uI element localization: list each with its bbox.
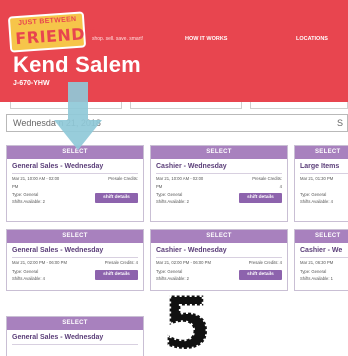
shift-time: Mar 21, 02:00 PM - 06:00 PM [156,260,211,265]
shift-type: Type: General [156,269,183,274]
shift-details-button[interactable]: shift details [95,193,138,203]
shifts-available: Shifts Available: 2 [156,276,189,281]
shifts-available: Shifts Available: 4 [300,199,333,204]
shifts-available: Shifts Available: 2 [12,199,45,204]
presale-credits: Presale Credits: [108,176,138,181]
shifts-available: Shifts Available: 2 [156,199,189,204]
tab-stub [250,102,348,109]
shift-type: Type: General [300,192,327,197]
shift-time: Mar 21, 10:00 AM - 02:00 [156,176,204,181]
shift-type: Type: General [12,192,39,197]
shift-card: SELECT Large Items Mar 21, 01:30 PM Type… [294,145,348,222]
shift-time-end: PM [12,184,19,189]
shifts-available: Shifts Available: 1 [300,276,333,281]
shift-time: Mar 21, 10:00 AM - 02:00 [12,176,60,181]
svg-text:5: 5 [162,286,212,356]
tagline: shop. sell. save. smart! [92,36,144,42]
shift-time: Mar 21, 01:30 PM [300,176,334,181]
tab-stub [130,102,242,109]
shift-time: Mar 21, 06:30 PM [300,260,334,265]
nav-how-it-works[interactable]: HOW IT WORKS [185,36,227,42]
divider [300,257,348,258]
site-logo[interactable]: JUST BETWEEN FRIENDS [7,11,98,53]
shift-card: SELECT Cashier - Wednesday Mar 21, 10:00… [150,145,288,222]
shift-title: General Sales - Wednesday [12,334,104,341]
logo-main-text: FRIENDS [14,23,98,49]
shift-card: SELECT Cashier - Wednesday Mar 21, 02:00… [150,229,288,291]
shift-title: General Sales - Wednesday [12,163,104,170]
event-code: J-670-YHW [13,80,50,87]
shift-title: General Sales - Wednesday [12,247,104,254]
date-next-stub: S [336,118,343,128]
shift-card: SELECT General Sales - Wednesday [6,316,144,356]
shift-details-button[interactable]: shift details [239,193,282,203]
select-button[interactable]: SELECT [7,230,143,243]
divider [156,257,282,258]
presale-credits: Presale Credits: [252,176,282,181]
arrow-down-icon [54,82,102,150]
select-button[interactable]: SELECT [151,230,287,243]
shift-title: Cashier - Wednesday [156,247,227,254]
shift-time-end: PM [156,184,163,189]
presale-credits: Presale Credits: 4 [104,260,138,265]
site-header: JUST BETWEEN FRIENDS shop. sell. save. s… [0,0,348,102]
select-button[interactable]: SELECT [295,230,348,243]
divider [300,173,348,174]
shift-card: SELECT General Sales - Wednesday Mar 21,… [6,229,144,291]
nav-locations[interactable]: LOCATIONS [296,36,328,42]
shift-card: SELECT General Sales - Wednesday Mar 21,… [6,145,144,222]
select-button[interactable]: SELECT [7,317,143,330]
presale-credits: Presale Credits: 4 [248,260,282,265]
divider [156,173,282,174]
shift-title: Cashier - Wednesday [156,163,227,170]
shift-type: Type: General [12,269,39,274]
shift-details-button[interactable]: shift details [239,270,282,280]
shift-details-button[interactable]: shift details [95,270,138,280]
select-button[interactable]: SELECT [151,146,287,159]
shift-time: Mar 21, 02:00 PM - 06:00 PM [12,260,67,265]
shift-title: Large Items [300,163,340,170]
shift-card: SELECT Cashier - We Mar 21, 06:30 PM Typ… [294,229,348,291]
shift-type: Type: General [156,192,183,197]
shift-type: Type: General [300,269,327,274]
page-title: Kend Salem [13,52,141,77]
divider [12,344,138,345]
shifts-available: Shifts Available: 4 [12,276,45,281]
step-number-five: 5 [162,286,212,356]
divider [12,257,138,258]
divider [12,173,138,174]
select-button[interactable]: SELECT [295,146,348,159]
presale-credit-count: 4 [279,184,282,189]
shift-title: Cashier - We [300,247,343,254]
